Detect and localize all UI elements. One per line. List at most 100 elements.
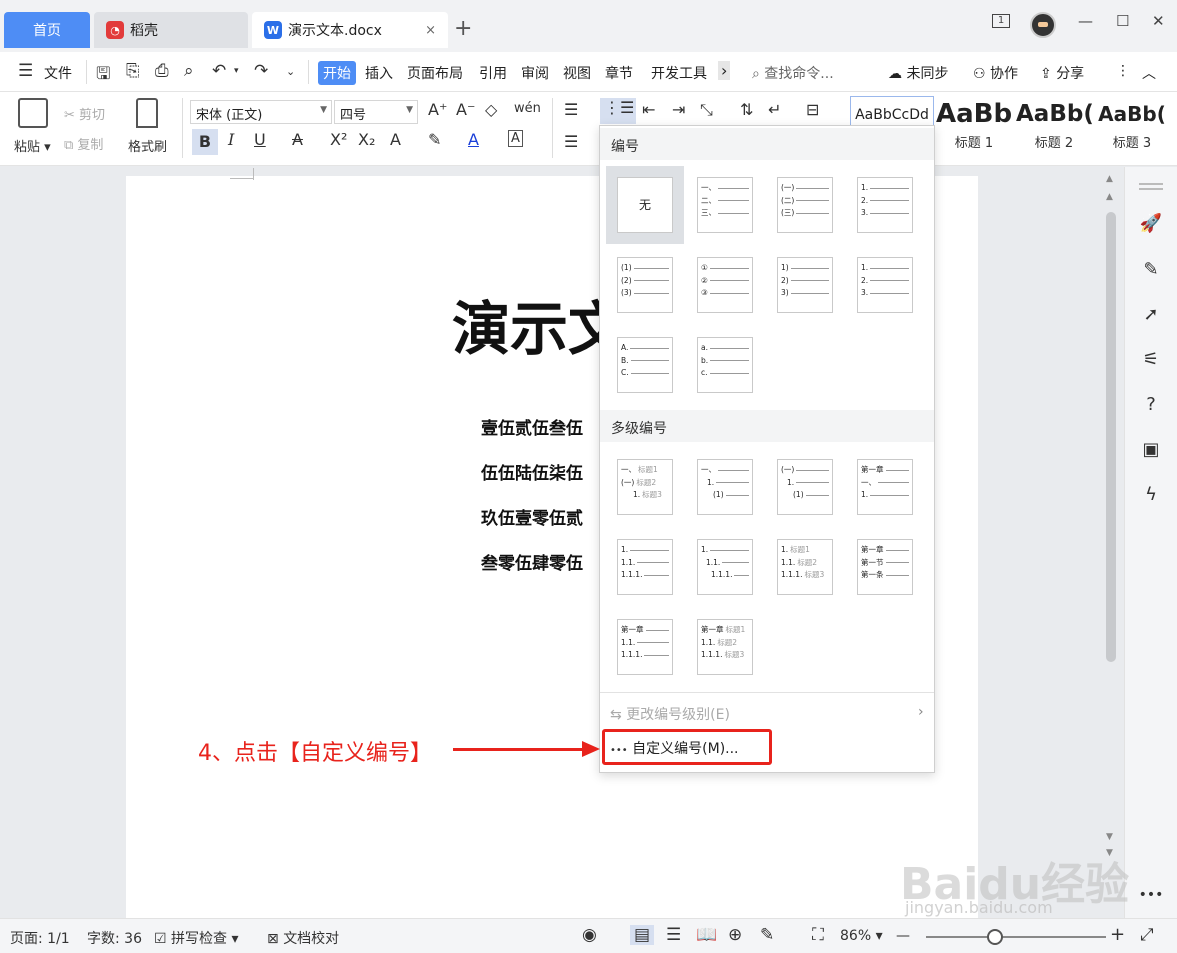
numbering-option[interactable]: A. B. C.: [617, 337, 673, 393]
decrease-indent-icon[interactable]: ⇤: [642, 100, 655, 119]
menu-more-button[interactable]: ›: [718, 61, 731, 80]
lightning-icon[interactable]: ϟ: [1139, 482, 1163, 506]
bullet-list-icon[interactable]: ☰: [564, 100, 578, 119]
pinyin-guide-button[interactable]: wén: [514, 101, 541, 116]
print-preview-icon[interactable]: ⌕: [184, 61, 194, 81]
undo-icon[interactable]: ↶: [212, 61, 226, 81]
subscript-button[interactable]: X₂: [358, 130, 375, 149]
print-icon[interactable]: ⎙: [155, 61, 169, 81]
eye-protection-icon[interactable]: ◉: [582, 925, 597, 945]
page-count[interactable]: 页面: 1/1: [10, 928, 70, 948]
zoom-level[interactable]: 86% ▾: [840, 928, 883, 944]
format-painter-icon[interactable]: [136, 98, 158, 128]
shrink-font-button[interactable]: A⁻: [456, 100, 475, 119]
paste-icon[interactable]: [18, 98, 48, 128]
tab-stops-icon[interactable]: ⊟: [806, 100, 819, 119]
vertical-scrollbar[interactable]: ▲ ▲ ▼ ▼: [1103, 172, 1119, 862]
rocket-icon[interactable]: 🚀: [1139, 211, 1163, 235]
export-pdf-icon[interactable]: ⎘: [126, 61, 140, 81]
tab-close-icon[interactable]: ×: [425, 23, 436, 38]
italic-button[interactable]: I: [228, 130, 234, 149]
scroll-down-icon[interactable]: ▼: [1106, 832, 1113, 842]
text-effect-button[interactable]: A: [390, 130, 401, 149]
multilevel-option[interactable]: 1. 1.1. 1.1.1.: [697, 539, 753, 595]
grow-font-button[interactable]: A⁺: [428, 100, 447, 119]
menu-insert[interactable]: 插入: [365, 63, 393, 83]
zoom-in-button[interactable]: +: [1110, 924, 1125, 945]
numbering-option[interactable]: ① ② ③: [697, 257, 753, 313]
customize-dropdown-icon[interactable]: ⌄: [286, 65, 295, 78]
hamburger-icon[interactable]: ☰: [18, 61, 33, 81]
proofread-button[interactable]: ⊠ 文档校对: [267, 928, 339, 948]
word-count[interactable]: 字数: 36: [87, 928, 142, 948]
fullscreen-icon[interactable]: ⤢: [1140, 925, 1154, 945]
font-name-select[interactable]: 宋体 (正文) ▼: [190, 100, 332, 124]
maximize-button[interactable]: ☐: [1116, 12, 1129, 30]
format-painter-button[interactable]: 格式刷: [128, 136, 167, 155]
font-size-select[interactable]: 四号 ▼: [334, 100, 418, 124]
multilevel-option[interactable]: 1. 标题1 1.1. 标题2 1.1.1. 标题3: [777, 539, 833, 595]
numbering-option[interactable]: 1) 2) 3): [777, 257, 833, 313]
numbering-option[interactable]: (1) (2) (3): [617, 257, 673, 313]
collapse-ribbon-icon[interactable]: ︿: [1142, 63, 1156, 83]
user-avatar[interactable]: [1030, 12, 1056, 38]
redo-icon[interactable]: ↷: [254, 61, 268, 81]
zoom-slider[interactable]: [926, 936, 1106, 938]
style-heading-3[interactable]: AaBb( 标题 3: [1096, 96, 1168, 156]
settings-sliders-icon[interactable]: ⚟: [1139, 347, 1163, 371]
new-tab-button[interactable]: +: [454, 16, 472, 41]
bold-button[interactable]: B: [192, 129, 218, 155]
multilevel-option[interactable]: 第一章 一、 1.: [857, 459, 913, 515]
numbered-list-icon[interactable]: ⋮☰: [600, 98, 636, 124]
more-options-icon[interactable]: ⋮: [1116, 63, 1130, 79]
zoom-slider-knob[interactable]: [987, 929, 1003, 945]
save-icon[interactable]: 🖫: [96, 61, 110, 90]
tab-document[interactable]: W 演示文本.docx ×: [252, 12, 448, 48]
more-tools-icon[interactable]: •••: [1139, 883, 1164, 907]
numbering-option[interactable]: 1. 2. 3.: [857, 177, 913, 233]
command-search[interactable]: ⌕ 查找命令...: [752, 63, 834, 83]
close-window-button[interactable]: ✕: [1152, 12, 1165, 30]
outline-view-icon[interactable]: ☰: [666, 925, 681, 945]
collaborate-button[interactable]: ⚇ 协作: [973, 63, 1018, 83]
pen-icon[interactable]: ✎: [1139, 257, 1163, 281]
font-color-button[interactable]: A: [468, 130, 479, 149]
paragraph-mark-icon[interactable]: ↵: [768, 100, 781, 119]
image-edit-icon[interactable]: ▣: [1139, 437, 1163, 461]
text-direction-icon[interactable]: ⤡: [700, 100, 713, 120]
copy-button[interactable]: ⧉ 复制: [64, 134, 103, 153]
menu-view[interactable]: 视图: [563, 63, 591, 83]
increase-indent-icon[interactable]: ⇥: [672, 100, 685, 119]
numbering-option[interactable]: a. b. c.: [697, 337, 753, 393]
strikethrough-button[interactable]: A: [292, 130, 303, 149]
web-view-icon[interactable]: ⊕: [728, 925, 742, 945]
menu-developer[interactable]: 开发工具: [651, 63, 707, 83]
multilevel-option[interactable]: 一、 1. (1): [697, 459, 753, 515]
help-icon[interactable]: ?: [1139, 392, 1163, 416]
cursor-icon[interactable]: ➚: [1139, 302, 1163, 326]
menu-page-layout[interactable]: 页面布局: [407, 63, 463, 83]
numbering-option[interactable]: (一) (二) (三): [777, 177, 833, 233]
undo-dropdown-icon[interactable]: ▾: [234, 66, 239, 76]
write-view-icon[interactable]: ✎: [760, 925, 774, 945]
page-view-icon[interactable]: ▤: [630, 925, 655, 945]
page-count-icon[interactable]: 1: [992, 14, 1010, 28]
numbering-option[interactable]: 1. 2. 3.: [857, 257, 913, 313]
spell-check-button[interactable]: ☑ 拼写检查 ▾: [154, 928, 239, 948]
minimize-button[interactable]: —: [1078, 12, 1093, 30]
paste-button[interactable]: 粘贴 ▾: [14, 136, 51, 155]
share-button[interactable]: ⇪ 分享: [1040, 63, 1084, 83]
tab-home[interactable]: 首页: [4, 12, 90, 48]
menu-chapter[interactable]: 章节: [605, 63, 633, 83]
tab-daoke[interactable]: ◔ 稻壳: [94, 12, 248, 48]
clear-format-icon[interactable]: ◇: [485, 100, 497, 119]
superscript-button[interactable]: X²: [330, 130, 347, 149]
menu-file[interactable]: 文件: [44, 63, 72, 83]
zoom-out-button[interactable]: —: [896, 928, 910, 944]
cut-button[interactable]: ✂ 剪切: [64, 104, 105, 123]
highlight-button[interactable]: ✎: [428, 130, 441, 149]
scroll-thumb[interactable]: [1106, 212, 1116, 662]
character-border-button[interactable]: A: [508, 130, 523, 147]
sort-icon[interactable]: ⇅: [740, 100, 753, 119]
change-level-item[interactable]: ⇆ 更改编号级别(E): [610, 704, 730, 724]
